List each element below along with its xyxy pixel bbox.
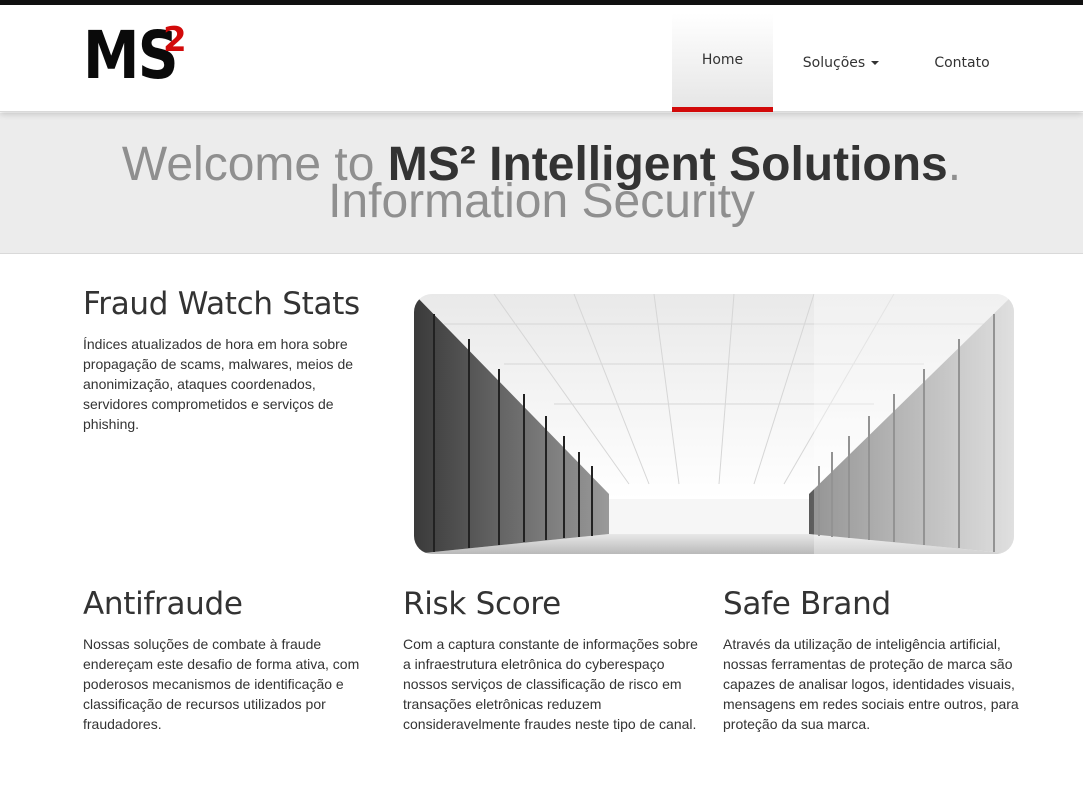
feature-text: Nossas soluções de combate à fraude ende… — [83, 636, 360, 732]
nav-home-label: Home — [701, 52, 744, 68]
caret-down-icon — [871, 60, 880, 65]
nav-solucoes-label: Soluções — [802, 54, 866, 71]
feature-risk-score: Risk Score Com a captura constante de in… — [403, 586, 703, 734]
feature-safe-brand: Safe Brand Através da utilização de inte… — [723, 586, 1023, 734]
feature-title: Risk Score — [403, 586, 561, 622]
fraud-watch-title: Fraud Watch Stats — [83, 286, 360, 322]
feature-title: Antifraude — [83, 586, 243, 622]
hero-banner: Welcome to MS² Intelligent Solutions. In… — [0, 113, 1083, 254]
hero-subtitle: Information Security — [328, 175, 755, 228]
logo-superscript: 2 — [163, 20, 187, 60]
main-nav: Home Soluções Contato — [672, 13, 1015, 112]
feature-text: Com a captura constante de informações s… — [403, 636, 698, 732]
feature-text: Através da utilização de inteligência ar… — [723, 636, 1019, 732]
nav-item-solucoes[interactable]: Soluções — [773, 13, 909, 112]
nav-item-contato[interactable]: Contato — [909, 13, 1015, 112]
nav-item-home[interactable]: Home — [672, 13, 773, 112]
fraud-watch-section: Fraud Watch Stats Índices atualizados de… — [83, 286, 373, 434]
fraud-watch-text: Índices atualizados de hora em hora sobr… — [83, 336, 354, 432]
feature-title: Safe Brand — [723, 586, 891, 622]
nav-contato-label: Contato — [934, 54, 990, 71]
navbar: MS 2 Home Soluções Contato — [0, 5, 1083, 112]
server-room-image — [414, 294, 1014, 554]
ms2-logo[interactable]: MS 2 — [83, 23, 192, 89]
feature-antifraude: Antifraude Nossas soluções de combate à … — [83, 586, 383, 734]
